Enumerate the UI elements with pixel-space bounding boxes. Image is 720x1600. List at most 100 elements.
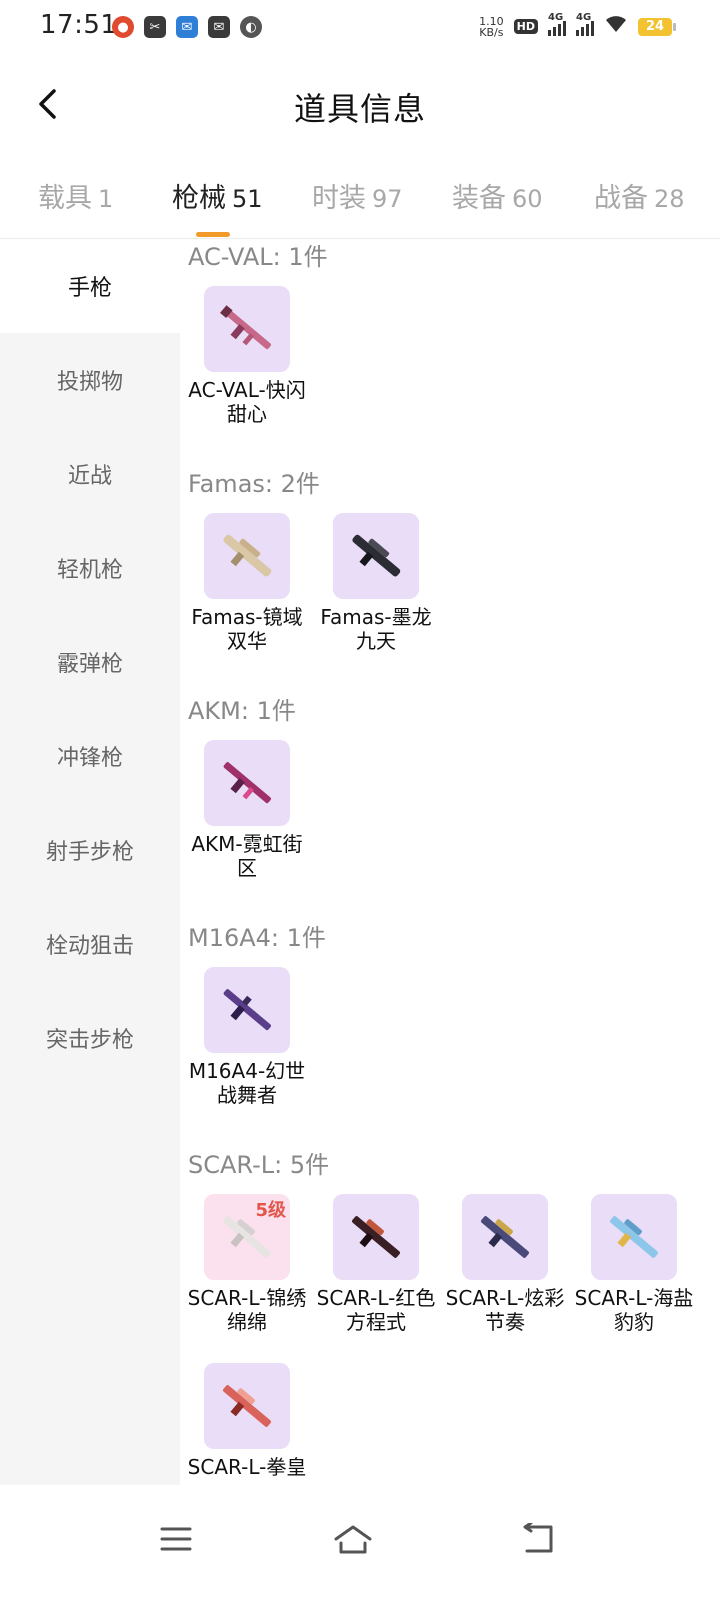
item-image	[204, 286, 290, 372]
item-name: SCAR-L-锦绣绵绵	[187, 1286, 307, 1334]
battery-icon: 24	[638, 17, 676, 36]
home-button[interactable]	[323, 1509, 383, 1569]
system-nav-bar	[0, 1485, 720, 1600]
item-card[interactable]: Famas-镜域双华	[184, 513, 310, 653]
menu-button[interactable]	[146, 1509, 206, 1569]
item-card[interactable]: M16A4-幻世战舞者	[184, 967, 310, 1107]
sidebar-item-assault-rifle[interactable]: 突击步枪	[0, 991, 180, 1085]
rifle-icon	[223, 1385, 271, 1427]
sidebar-item-shotgun[interactable]: 霰弹枪	[0, 615, 180, 709]
rifle-icon	[223, 762, 271, 804]
item-card[interactable]: SCAR-L-拳皇	[184, 1363, 310, 1479]
item-image	[204, 740, 290, 826]
item-card[interactable]: SCAR-L-红色方程式	[313, 1194, 439, 1334]
rifle-icon	[610, 1216, 658, 1258]
item-image	[333, 1194, 419, 1280]
sidebar-item-smg[interactable]: 冲锋枪	[0, 709, 180, 803]
back-nav-button[interactable]	[508, 1509, 568, 1569]
tab-count: 60	[512, 185, 543, 213]
menu-icon	[160, 1527, 192, 1551]
rifle-icon	[220, 305, 271, 350]
home-icon	[334, 1525, 372, 1554]
tab-firearms[interactable]: 枪械 51	[172, 176, 263, 215]
item-card[interactable]: SCAR-L-炫彩节奏	[442, 1194, 568, 1334]
status-indicators: 1.10 KB/s HD 4G 4G 24	[479, 12, 676, 39]
back-icon	[523, 1523, 553, 1553]
hd-icon: HD	[513, 19, 538, 34]
item-card[interactable]: 5级 SCAR-L-锦绣绵绵	[184, 1194, 310, 1334]
category-tabs: 载具 1 枪械 51 时装 97 装备 60 战备 28	[0, 158, 720, 239]
status-time: 17:51	[40, 10, 118, 40]
item-card[interactable]: AC-VAL-快闪甜心	[184, 286, 310, 426]
net-speed-value: 1.10	[479, 14, 504, 28]
bank-app-icon: ✉	[176, 16, 198, 38]
tab-label: 枪械	[172, 183, 226, 214]
notification-icons: ● ✂ ✉ ✉ ◐	[112, 16, 262, 38]
item-name: SCAR-L-炫彩节奏	[445, 1286, 565, 1334]
network-label-1: 4G	[548, 11, 564, 23]
tab-label: 时装	[312, 183, 366, 214]
item-image	[204, 967, 290, 1053]
group-title: AKM: 1件	[188, 697, 296, 725]
item-image	[462, 1194, 548, 1280]
tab-label: 战备	[594, 183, 648, 214]
tab-count: 97	[372, 185, 403, 213]
item-card[interactable]: Famas-墨龙九天	[313, 513, 439, 653]
group-title: SCAR-L: 5件	[188, 1151, 330, 1179]
rifle-icon	[223, 534, 272, 577]
item-image	[204, 1363, 290, 1449]
item-image	[591, 1194, 677, 1280]
item-card[interactable]: AKM-霓虹街区	[184, 740, 310, 880]
signal-icon-2: 4G	[576, 12, 594, 36]
signal-icon: 4G	[548, 12, 566, 36]
group-title: AC-VAL: 1件	[188, 243, 328, 271]
tab-label: 载具	[38, 183, 92, 214]
item-name: SCAR-L-红色方程式	[316, 1286, 436, 1334]
rifle-icon	[223, 989, 271, 1031]
wifi-icon	[604, 14, 628, 39]
group-title: M16A4: 1件	[188, 924, 326, 952]
tab-count: 28	[654, 185, 685, 213]
item-name: M16A4-幻世战舞者	[188, 1059, 306, 1107]
rifle-icon	[352, 1216, 400, 1258]
title-bar: 道具信息	[0, 56, 720, 152]
scissors-app-icon: ✂	[144, 16, 166, 38]
app-notification-icon: ●	[112, 16, 134, 38]
rifle-icon	[352, 534, 401, 577]
item-name: Famas-镜域双华	[191, 605, 303, 653]
item-image	[333, 513, 419, 599]
sidebar-item-pistol[interactable]: 手枪	[0, 239, 180, 333]
network-label-2: 4G	[576, 11, 592, 23]
item-name: Famas-墨龙九天	[320, 605, 432, 653]
tab-equipment[interactable]: 装备 60	[452, 176, 543, 215]
item-list[interactable]: AC-VAL: 1件 AC-VAL-快闪甜心 Famas: 2件 Famas-镜…	[180, 239, 720, 1485]
item-name: SCAR-L-拳皇	[187, 1455, 307, 1479]
status-bar: 17:51 ● ✂ ✉ ✉ ◐ 1.10 KB/s HD 4G 4G 24	[0, 0, 720, 56]
item-image: 5级	[204, 1194, 290, 1280]
tab-outfits[interactable]: 时装 97	[312, 176, 403, 215]
tab-count: 51	[232, 185, 263, 213]
sidebar-item-melee[interactable]: 近战	[0, 427, 180, 521]
sidebar-item-dmr[interactable]: 射手步枪	[0, 803, 180, 897]
leaf-app-icon: ◐	[240, 16, 262, 38]
tab-label: 装备	[452, 183, 506, 214]
page-title: 道具信息	[293, 90, 426, 128]
sidebar-item-throwables[interactable]: 投掷物	[0, 333, 180, 427]
mail-app-icon: ✉	[208, 16, 230, 38]
tab-vehicles[interactable]: 载具 1	[38, 176, 113, 215]
item-name: AC-VAL-快闪甜心	[188, 378, 306, 426]
active-tab-indicator	[196, 232, 230, 237]
item-name: SCAR-L-海盐豹豹	[574, 1286, 694, 1334]
weapon-type-sidebar: 手枪 投掷物 近战 轻机枪 霰弹枪 冲锋枪 射手步枪 栓动狙击 突击步枪	[0, 239, 180, 1485]
net-speed: 1.10 KB/s	[479, 16, 504, 38]
item-card[interactable]: SCAR-L-海盐豹豹	[571, 1194, 697, 1334]
tab-count: 1	[98, 185, 114, 213]
group-title: Famas: 2件	[188, 470, 320, 498]
sidebar-item-lmg[interactable]: 轻机枪	[0, 521, 180, 615]
item-name: AKM-霓虹街区	[191, 832, 303, 880]
level-badge: 5级	[255, 1200, 286, 1221]
net-speed-unit: KB/s	[479, 25, 504, 39]
tab-supplies[interactable]: 战备 28	[594, 176, 685, 215]
sidebar-item-sniper[interactable]: 栓动狙击	[0, 897, 180, 991]
rifle-icon	[481, 1216, 529, 1258]
